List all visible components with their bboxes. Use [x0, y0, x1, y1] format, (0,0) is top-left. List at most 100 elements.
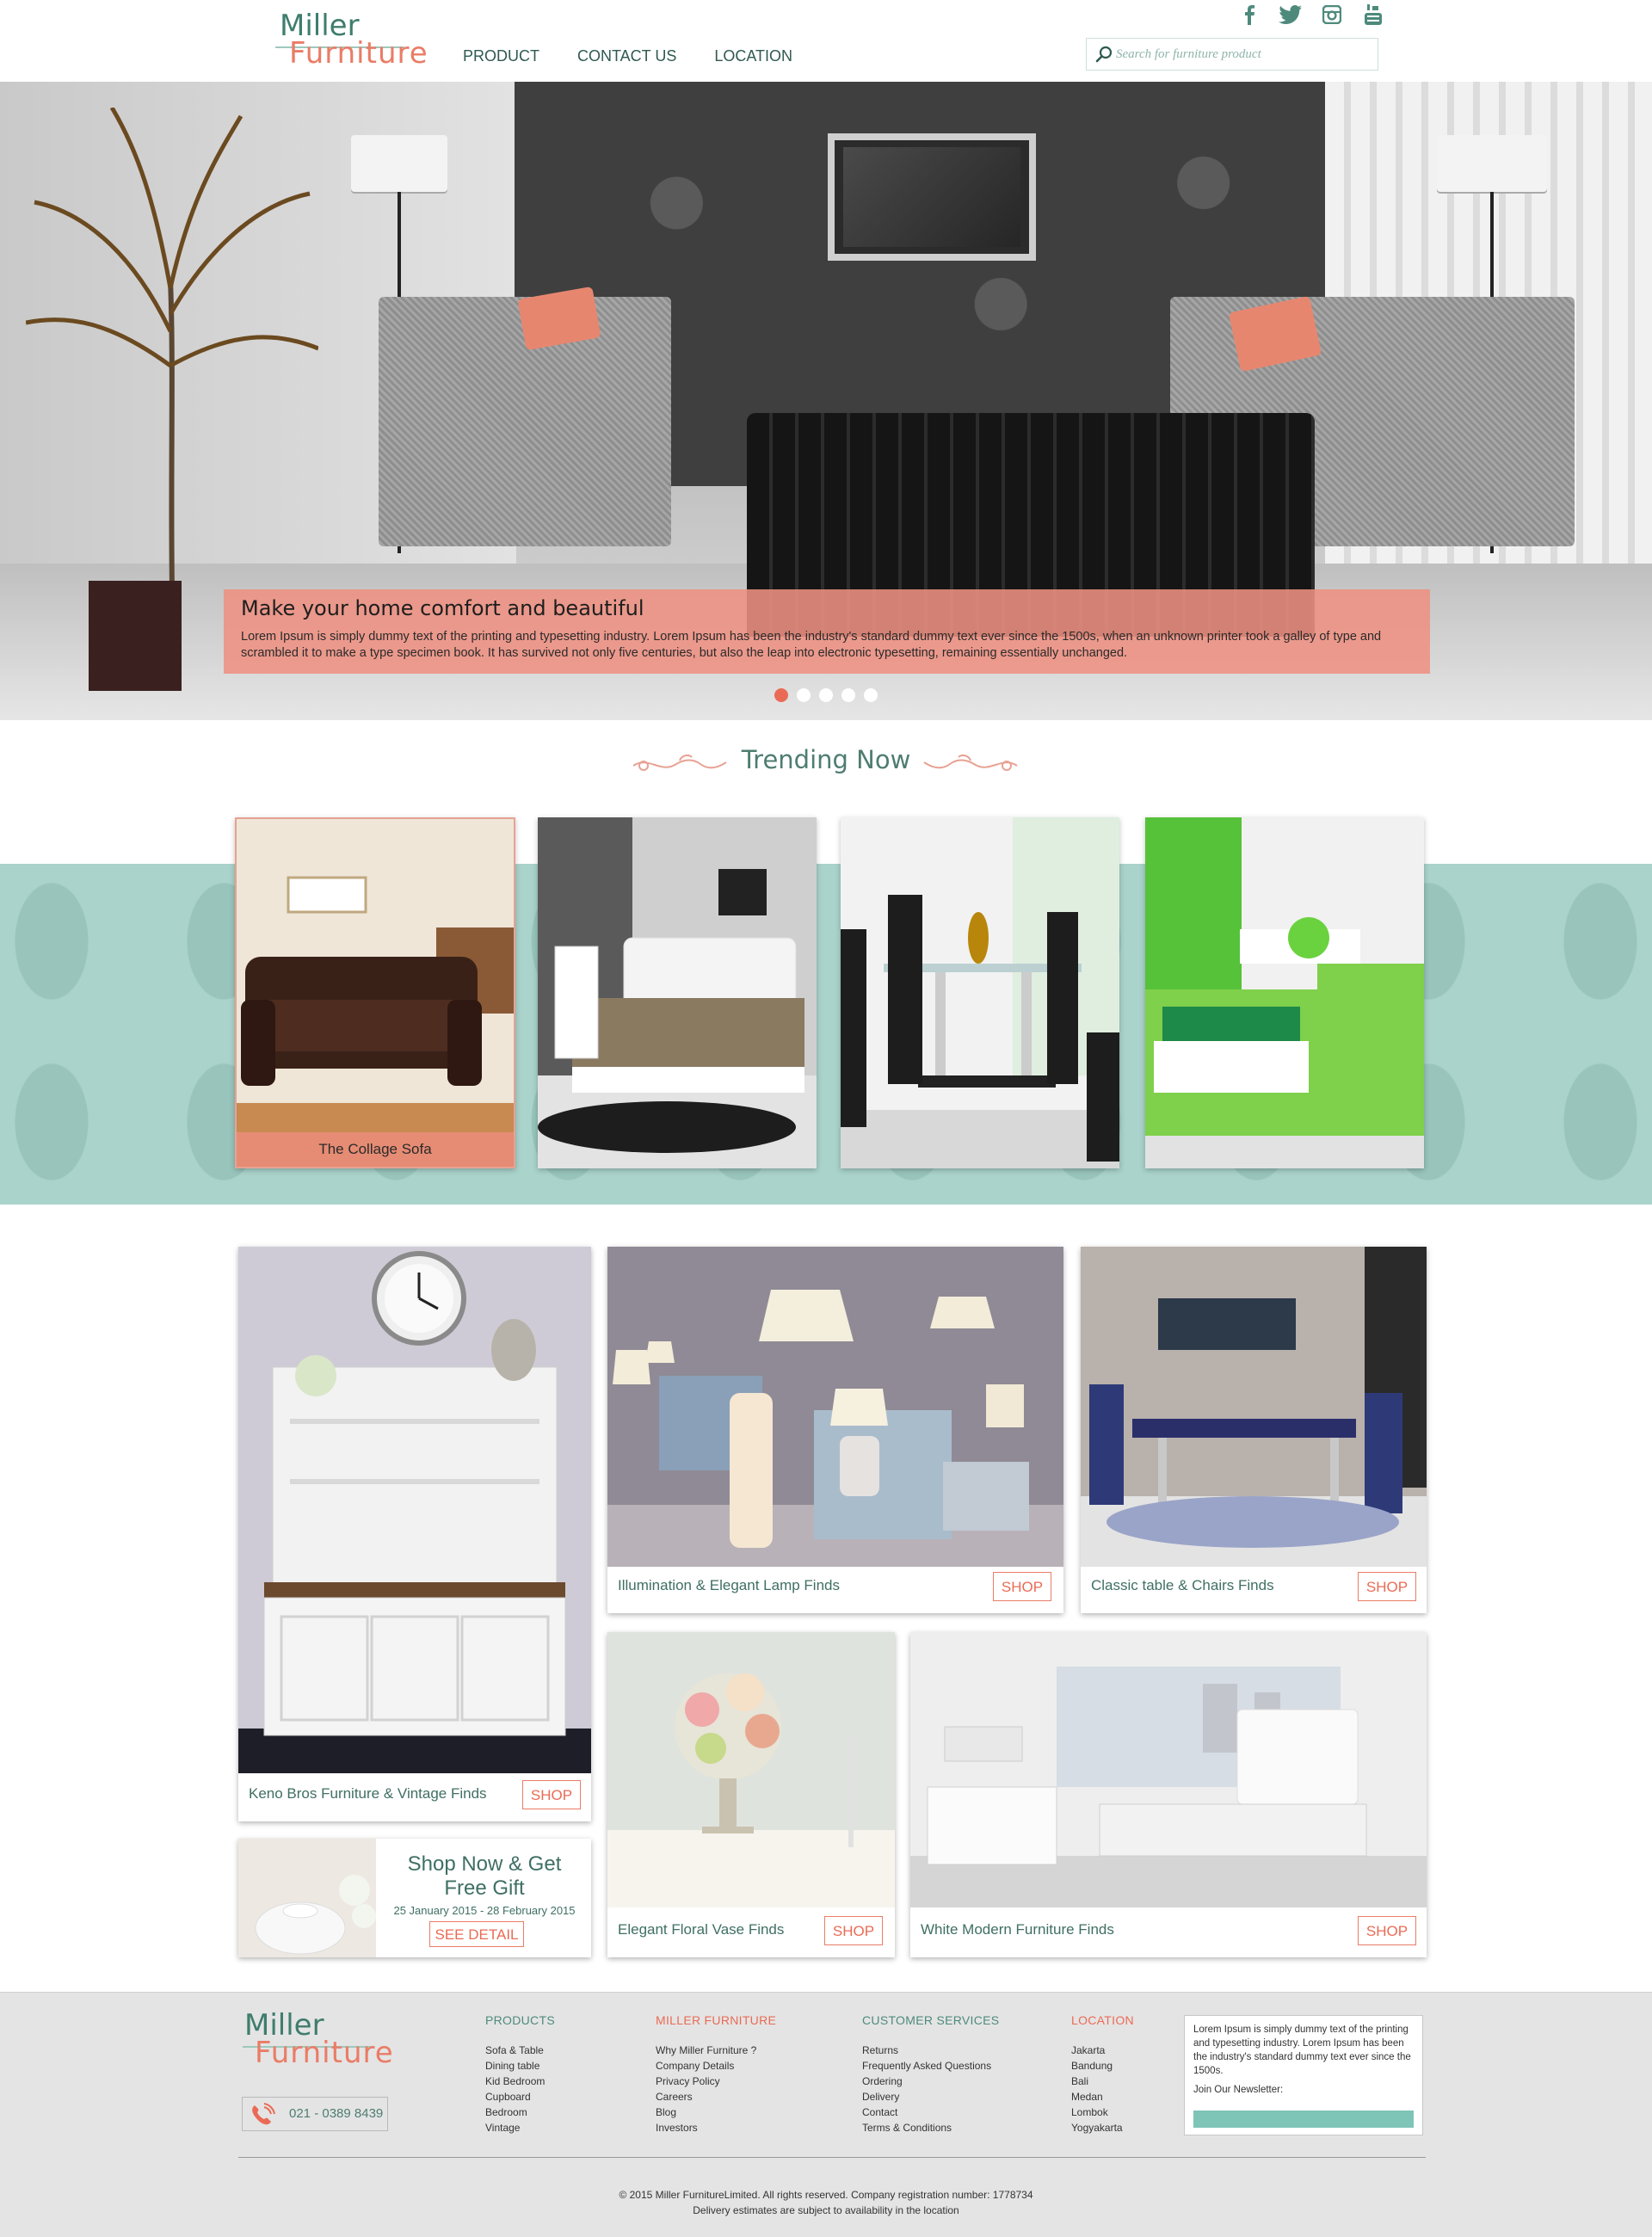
promo-tile[interactable]: Shop Now & Get Free Gift 25 January 2015… — [238, 1839, 591, 1957]
footer-link[interactable]: Dining table — [485, 2058, 555, 2074]
trending-card[interactable] — [841, 817, 1119, 1168]
shop-button[interactable]: SHOP — [1358, 1916, 1416, 1945]
twitter-icon[interactable] — [1279, 3, 1303, 26]
footer-divider — [238, 2157, 1426, 2158]
lamp-image — [607, 1247, 1063, 1567]
footer-logo[interactable]: Miller Furniture — [243, 2008, 398, 2070]
footer-link[interactable]: Sofa & Table — [485, 2043, 555, 2058]
newsletter-email-input[interactable] — [1193, 2111, 1414, 2128]
slider-dot[interactable] — [864, 688, 878, 702]
tile-caption: Elegant Floral Vase Finds — [618, 1921, 785, 1938]
find-tile-lamp[interactable]: Illumination & Elegant Lamp Finds SHOP — [607, 1247, 1063, 1613]
slider-dots — [774, 688, 878, 702]
hero-lamp-left — [351, 135, 447, 192]
newsletter-label: Join Our Newsletter: — [1193, 2085, 1284, 2095]
footer-link[interactable]: Vintage — [485, 2120, 555, 2135]
slider-dot[interactable] — [797, 688, 811, 702]
copyright-line1: © 2015 Miller FurnitureLimited. All righ… — [619, 2189, 1033, 2201]
nav-product[interactable]: PRODUCT — [463, 47, 539, 65]
white-bedroom-image — [910, 1632, 1427, 1907]
nav-contact-us[interactable]: CONTACT US — [577, 47, 676, 65]
footer-link[interactable]: Frequently Asked Questions — [862, 2058, 999, 2074]
footer-link[interactable]: Bandung — [1071, 2058, 1134, 2074]
see-detail-button[interactable]: SEE DETAIL — [429, 1921, 524, 1947]
promo-title-line2: Free Gift — [444, 1876, 525, 1900]
trending-card[interactable] — [538, 817, 817, 1168]
tile-caption: Classic table & Chairs Finds — [1091, 1577, 1274, 1593]
find-tile-vintage[interactable]: Keno Bros Furniture & Vintage Finds SHOP — [238, 1247, 591, 1821]
footer-link[interactable]: Investors — [656, 2120, 776, 2135]
table-chairs-image — [1081, 1247, 1427, 1567]
slider-dot[interactable] — [819, 688, 833, 702]
shop-button[interactable]: SHOP — [1358, 1572, 1416, 1601]
newsletter-text: Lorem Ipsum is simply dummy text of the … — [1193, 2024, 1411, 2076]
shop-button[interactable]: SHOP — [522, 1780, 581, 1809]
footer-link[interactable]: Medan — [1071, 2089, 1134, 2105]
brand-logo[interactable]: Miller Furniture — [275, 9, 430, 71]
phone-icon — [252, 2103, 275, 2125]
footer-link[interactable]: Returns — [862, 2043, 999, 2058]
footer-link[interactable]: Delivery — [862, 2089, 999, 2105]
promo-title-line1: Shop Now & Get — [407, 1852, 562, 1876]
trending-card-label: The Collage Sofa — [237, 1132, 514, 1167]
search-input[interactable] — [1116, 39, 1374, 70]
trending-card[interactable] — [1145, 817, 1424, 1168]
dining-image — [841, 817, 1119, 1168]
footer-brand-line2: Furniture — [255, 2036, 394, 2070]
footer-link[interactable]: Cupboard — [485, 2089, 555, 2105]
footer-link[interactable]: Lombok — [1071, 2105, 1134, 2120]
hero-tv — [828, 133, 1036, 261]
trending-title: Trending Now — [741, 745, 911, 774]
footer-link[interactable]: Blog — [656, 2105, 776, 2120]
footer-col-company: MILLER FURNITURE Why Miller Furniture ? … — [656, 2013, 776, 2135]
slider-dot[interactable] — [774, 688, 788, 702]
footer-col-title: LOCATION — [1071, 2013, 1134, 2027]
shop-button[interactable]: SHOP — [824, 1916, 883, 1945]
footer-link[interactable]: Kid Bedroom — [485, 2074, 555, 2089]
footer-link[interactable]: Privacy Policy — [656, 2074, 776, 2089]
promo-dates: 25 January 2015 - 28 February 2015 — [393, 1904, 576, 1917]
copyright: © 2015 Miller FurnitureLimited. All righ… — [0, 2187, 1652, 2218]
footer-col-customer-services: CUSTOMER SERVICES Returns Frequently Ask… — [862, 2013, 999, 2135]
footer-link[interactable]: Bali — [1071, 2074, 1134, 2089]
footer-link[interactable]: Bedroom — [485, 2105, 555, 2120]
nav-location[interactable]: LOCATION — [714, 47, 792, 65]
shop-button[interactable]: SHOP — [993, 1572, 1051, 1601]
phone-number: 021 - 0389 8439 — [289, 2106, 384, 2121]
footer-link[interactable]: Why Miller Furniture ? — [656, 2043, 776, 2058]
site-footer: Miller Furniture 021 - 0389 8439 PRODUCT… — [0, 1992, 1652, 2237]
slider-dot[interactable] — [841, 688, 855, 702]
footer-link[interactable]: Contact — [862, 2105, 999, 2120]
youtube-icon[interactable] — [1361, 3, 1385, 26]
brand-name-line2: Furniture — [289, 36, 428, 71]
footer-col-location: LOCATION Jakarta Bandung Bali Medan Lomb… — [1071, 2013, 1134, 2135]
hero-plant-pot — [89, 581, 182, 691]
search-icon[interactable] — [1095, 46, 1113, 63]
footer-col-title: MILLER FURNITURE — [656, 2013, 777, 2027]
footer-link[interactable]: Yogyakarta — [1071, 2120, 1134, 2135]
sofa-image — [237, 819, 514, 1167]
find-tile-table[interactable]: Classic table & Chairs Finds SHOP — [1081, 1247, 1427, 1613]
hero-text: Lorem Ipsum is simply dummy text of the … — [241, 630, 1382, 660]
footer-link[interactable]: Careers — [656, 2089, 776, 2105]
instagram-icon[interactable] — [1320, 3, 1344, 26]
footer-col-products: PRODUCTS Sofa & Table Dining table Kid B… — [485, 2013, 555, 2135]
footer-link[interactable]: Jakarta — [1071, 2043, 1134, 2058]
find-tile-vase[interactable]: Elegant Floral Vase Finds SHOP — [607, 1632, 895, 1957]
hero-plant — [26, 108, 318, 589]
hero-lamp-right — [1437, 135, 1547, 192]
kids-room-image — [1145, 817, 1424, 1168]
hero-title: Make your home comfort and beautiful — [241, 596, 644, 620]
phone-box[interactable]: 021 - 0389 8439 — [242, 2097, 388, 2131]
footer-link[interactable]: Ordering — [862, 2074, 999, 2089]
footer-link[interactable]: Company Details — [656, 2058, 776, 2074]
find-tile-white[interactable]: White Modern Furniture Finds SHOP — [910, 1632, 1427, 1957]
copyright-line2: Delivery estimates are subject to availa… — [693, 2204, 959, 2216]
footer-link[interactable]: Terms & Conditions — [862, 2120, 999, 2135]
trending-card[interactable]: The Collage Sofa — [235, 817, 515, 1168]
facebook-icon[interactable] — [1237, 3, 1261, 26]
bedroom-image — [538, 817, 817, 1168]
ornament-right-icon — [923, 754, 1018, 771]
vintage-image — [238, 1247, 591, 1773]
diffuser-image — [238, 1839, 376, 1957]
